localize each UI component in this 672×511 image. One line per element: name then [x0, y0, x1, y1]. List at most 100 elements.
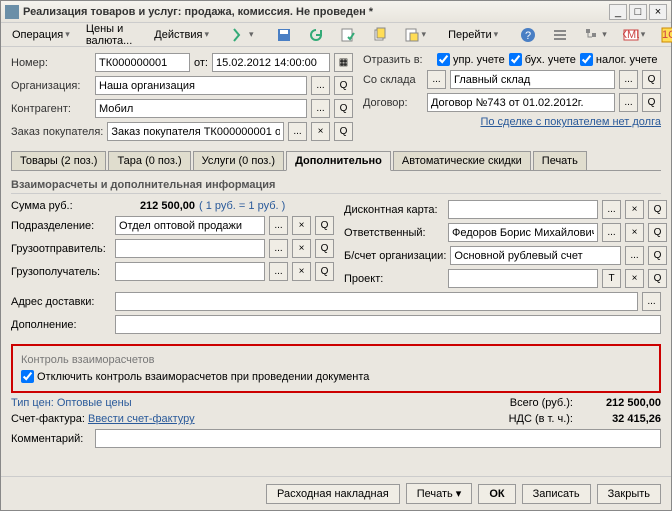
help-icon[interactable]: ? [513, 24, 543, 46]
resp-input[interactable] [448, 223, 598, 242]
contr-open-button[interactable]: Q [334, 99, 353, 118]
addr-select-button[interactable]: ... [642, 292, 661, 311]
consignee-open-button[interactable]: Q [315, 262, 334, 281]
wh-select-button[interactable]: ... [619, 70, 638, 89]
org-input[interactable] [95, 76, 307, 95]
consignee-select-button[interactable]: ... [269, 262, 288, 281]
dept-select-button[interactable]: ... [269, 216, 288, 235]
disc-label: Дисконтная карта: [344, 204, 444, 216]
dept-clear-button[interactable]: × [292, 216, 311, 235]
mgmt-checkbox[interactable]: упр. учете [437, 53, 505, 66]
save-icon[interactable] [269, 24, 299, 46]
footer-bar: Расходная накладная Печать ▾ ОК Записать… [1, 476, 671, 510]
disable-control-checkbox[interactable]: Отключить контроль взаиморасчетов при пр… [21, 370, 651, 383]
invoice-label: Счет-фактура: [11, 413, 85, 425]
calendar-icon[interactable]: ▦ [334, 53, 353, 72]
wh-type-button[interactable]: ... [427, 70, 446, 89]
disc-clear-button[interactable]: × [625, 200, 644, 219]
app-icon [5, 5, 19, 19]
order-clear-button[interactable]: × [311, 122, 330, 141]
extra-subtitle: Взаиморасчеты и дополнительная информаци… [11, 177, 661, 194]
bankacc-open-button[interactable]: Q [648, 246, 667, 265]
control-title: Контроль взаиморасчетов [21, 354, 651, 366]
contr-select-button[interactable]: ... [311, 99, 330, 118]
post-icon[interactable] [333, 24, 363, 46]
resp-clear-button[interactable]: × [625, 223, 644, 242]
copy-icon[interactable] [365, 24, 395, 46]
shipper-open-button[interactable]: Q [315, 239, 334, 258]
bankacc-input[interactable] [450, 246, 621, 265]
invoice-link[interactable]: Ввести счет-фактуру [88, 413, 195, 425]
total-label: Всего (руб.): [510, 397, 573, 409]
tab-services[interactable]: Услуги (0 поз.) [193, 151, 284, 170]
acc-checkbox[interactable]: бух. учете [509, 53, 576, 66]
waybill-button[interactable]: Расходная накладная [266, 484, 400, 504]
goto-menu[interactable]: Перейти▾ [441, 26, 505, 44]
nav-icon[interactable]: ▾ [224, 24, 261, 46]
wh-input[interactable] [450, 70, 615, 89]
consignee-input[interactable] [115, 262, 265, 281]
close-button[interactable]: × [649, 4, 667, 20]
tax-checkbox[interactable]: налог. учете [580, 53, 658, 66]
order-input[interactable] [107, 122, 284, 141]
project-input[interactable] [448, 269, 598, 288]
contr-input[interactable] [95, 99, 307, 118]
tab-discounts[interactable]: Автоматические скидки [393, 151, 531, 170]
tab-print[interactable]: Печать [533, 151, 587, 170]
date-input[interactable] [212, 53, 330, 72]
tree-icon[interactable]: ▾ [577, 24, 614, 46]
project-open-button[interactable]: Q [648, 269, 667, 288]
tab-tare[interactable]: Тара (0 поз.) [108, 151, 190, 170]
maximize-button[interactable]: □ [629, 4, 647, 20]
note-input[interactable] [115, 315, 661, 334]
contract-input[interactable] [427, 93, 615, 112]
xml-icon[interactable]: XML▾ [616, 24, 653, 46]
total-value: 212 500,00 [581, 397, 661, 409]
refresh-icon[interactable] [301, 24, 331, 46]
minimize-button[interactable]: _ [609, 4, 627, 20]
bankacc-select-button[interactable]: ... [625, 246, 644, 265]
prices-button[interactable]: Цены и валюта... [79, 20, 139, 50]
tab-goods[interactable]: Товары (2 поз.) [11, 151, 106, 170]
1c-icon[interactable]: 1С [654, 24, 672, 46]
disc-input[interactable] [448, 200, 598, 219]
order-open-button[interactable]: Q [334, 122, 353, 141]
comment-input[interactable] [95, 429, 661, 448]
dept-open-button[interactable]: Q [315, 216, 334, 235]
tab-extra[interactable]: Дополнительно [286, 151, 391, 171]
ok-button[interactable]: ОК [478, 484, 515, 504]
dept-input[interactable] [115, 216, 265, 235]
actions-menu[interactable]: Действия▾ [147, 26, 216, 44]
list-icon[interactable] [545, 24, 575, 46]
close-form-button[interactable]: Закрыть [597, 484, 661, 504]
project-t-button[interactable]: T [602, 269, 621, 288]
contract-select-button[interactable]: ... [619, 93, 638, 112]
project-clear-button[interactable]: × [625, 269, 644, 288]
shipper-select-button[interactable]: ... [269, 239, 288, 258]
disc-select-button[interactable]: ... [602, 200, 621, 219]
order-select-button[interactable]: ... [288, 122, 307, 141]
operation-menu[interactable]: Операция▾ [5, 26, 77, 44]
shipper-label: Грузоотправитель: [11, 243, 111, 255]
note-label: Дополнение: [11, 319, 111, 331]
shipper-clear-button[interactable]: × [292, 239, 311, 258]
print-button[interactable]: Печать ▾ [406, 483, 473, 504]
basedon-icon[interactable]: ▾ [397, 24, 434, 46]
number-input[interactable] [95, 53, 190, 72]
shipper-input[interactable] [115, 239, 265, 258]
addr-input[interactable] [115, 292, 638, 311]
consignee-clear-button[interactable]: × [292, 262, 311, 281]
rate-label: ( 1 руб. = 1 руб. ) [199, 200, 285, 212]
wh-open-button[interactable]: Q [642, 70, 661, 89]
resp-select-button[interactable]: ... [602, 223, 621, 242]
project-label: Проект: [344, 273, 444, 285]
save-button[interactable]: Записать [522, 484, 591, 504]
org-open-button[interactable]: Q [334, 76, 353, 95]
contract-label: Договор: [363, 97, 423, 109]
debt-link[interactable]: По сделке с покупателем нет долга [480, 116, 661, 128]
disc-open-button[interactable]: Q [648, 200, 667, 219]
resp-open-button[interactable]: Q [648, 223, 667, 242]
org-select-button[interactable]: ... [311, 76, 330, 95]
contract-open-button[interactable]: Q [642, 93, 661, 112]
svg-text:1С: 1С [662, 29, 672, 41]
